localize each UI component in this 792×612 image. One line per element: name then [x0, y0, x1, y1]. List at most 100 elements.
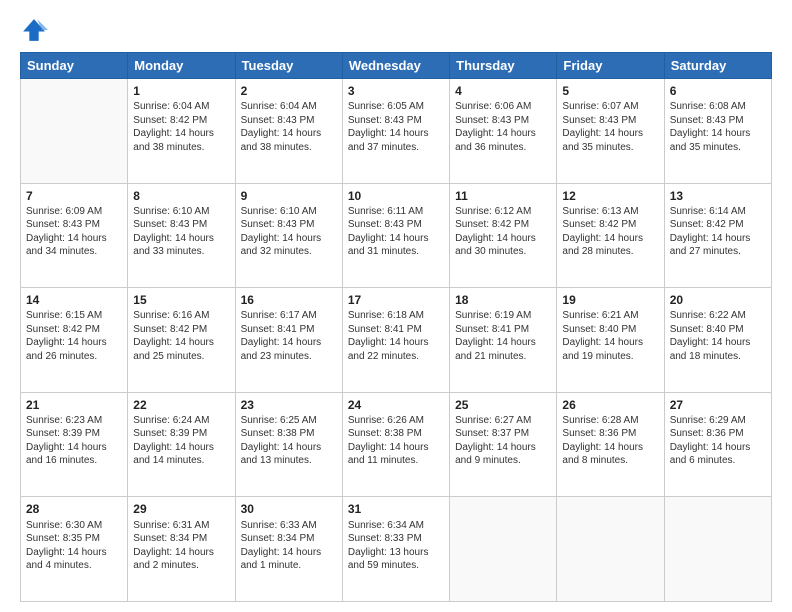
- table-row: 4 Sunrise: 6:06 AMSunset: 8:43 PMDaylight…: [450, 79, 557, 184]
- day-number: 16: [241, 292, 337, 308]
- day-number: 27: [670, 397, 766, 413]
- table-row: 20 Sunrise: 6:22 AMSunset: 8:40 PMDayligh…: [664, 288, 771, 393]
- table-row: 24 Sunrise: 6:26 AMSunset: 8:38 PMDayligh…: [342, 392, 449, 497]
- table-row: 28 Sunrise: 6:30 AMSunset: 8:35 PMDayligh…: [21, 497, 128, 602]
- day-number: 1: [133, 83, 229, 99]
- cell-info: Sunrise: 6:04 AMSunset: 8:42 PMDaylight:…: [133, 101, 214, 153]
- cell-info: Sunrise: 6:16 AMSunset: 8:42 PMDaylight:…: [133, 310, 214, 362]
- table-row: 6 Sunrise: 6:08 AMSunset: 8:43 PMDaylight…: [664, 79, 771, 184]
- day-number: 20: [670, 292, 766, 308]
- day-number: 30: [241, 501, 337, 517]
- table-row: 14Sunrise: 6:15 AMSunset: 8:42 PMDayligh…: [21, 288, 128, 393]
- day-number: 17: [348, 292, 444, 308]
- calendar-day-header: Friday: [557, 53, 664, 79]
- calendar-week-row: 7 Sunrise: 6:09 AMSunset: 8:43 PMDaylight…: [21, 183, 772, 288]
- cell-info: Sunrise: 6:31 AMSunset: 8:34 PMDaylight:…: [133, 520, 214, 572]
- day-number: 13: [670, 188, 766, 204]
- cell-info: Sunrise: 6:11 AMSunset: 8:43 PMDaylight:…: [348, 206, 429, 258]
- cell-info: Sunrise: 6:05 AMSunset: 8:43 PMDaylight:…: [348, 101, 429, 153]
- cell-info: Sunrise: 6:10 AMSunset: 8:43 PMDaylight:…: [241, 206, 322, 258]
- table-row: 1 Sunrise: 6:04 AMSunset: 8:42 PMDaylight…: [128, 79, 235, 184]
- day-number: 21: [26, 397, 122, 413]
- cell-info: Sunrise: 6:07 AMSunset: 8:43 PMDaylight:…: [562, 101, 643, 153]
- cell-info: Sunrise: 6:34 AMSunset: 8:33 PMDaylight:…: [348, 520, 429, 572]
- day-number: 19: [562, 292, 658, 308]
- day-number: 26: [562, 397, 658, 413]
- table-row: 25Sunrise: 6:27 AMSunset: 8:37 PMDayligh…: [450, 392, 557, 497]
- table-row: 22 Sunrise: 6:24 AMSunset: 8:39 PMDayligh…: [128, 392, 235, 497]
- day-number: 4: [455, 83, 551, 99]
- cell-info: Sunrise: 6:09 AMSunset: 8:43 PMDaylight:…: [26, 206, 107, 258]
- cell-info: Sunrise: 6:14 AMSunset: 8:42 PMDaylight:…: [670, 206, 751, 258]
- calendar-day-header: Tuesday: [235, 53, 342, 79]
- cell-info: Sunrise: 6:12 AMSunset: 8:42 PMDaylight:…: [455, 206, 536, 258]
- calendar-week-row: 21Sunrise: 6:23 AMSunset: 8:39 PMDayligh…: [21, 392, 772, 497]
- table-row: 2 Sunrise: 6:04 AMSunset: 8:43 PMDaylight…: [235, 79, 342, 184]
- table-row: 5 Sunrise: 6:07 AMSunset: 8:43 PMDaylight…: [557, 79, 664, 184]
- table-row: [557, 497, 664, 602]
- calendar-day-header: Sunday: [21, 53, 128, 79]
- day-number: 6: [670, 83, 766, 99]
- table-row: 27 Sunrise: 6:29 AMSunset: 8:36 PMDayligh…: [664, 392, 771, 497]
- cell-info: Sunrise: 6:30 AMSunset: 8:35 PMDaylight:…: [26, 520, 107, 572]
- day-number: 15: [133, 292, 229, 308]
- cell-info: Sunrise: 6:24 AMSunset: 8:39 PMDaylight:…: [133, 415, 214, 467]
- calendar-header-row: SundayMondayTuesdayWednesdayThursdayFrid…: [21, 53, 772, 79]
- cell-info: Sunrise: 6:13 AMSunset: 8:42 PMDaylight:…: [562, 206, 643, 258]
- day-number: 5: [562, 83, 658, 99]
- calendar-day-header: Monday: [128, 53, 235, 79]
- calendar-day-header: Wednesday: [342, 53, 449, 79]
- day-number: 29: [133, 501, 229, 517]
- day-number: 18: [455, 292, 551, 308]
- day-number: 11: [455, 188, 551, 204]
- cell-info: Sunrise: 6:18 AMSunset: 8:41 PMDaylight:…: [348, 310, 429, 362]
- cell-info: Sunrise: 6:29 AMSunset: 8:36 PMDaylight:…: [670, 415, 751, 467]
- day-number: 24: [348, 397, 444, 413]
- cell-info: Sunrise: 6:26 AMSunset: 8:38 PMDaylight:…: [348, 415, 429, 467]
- cell-info: Sunrise: 6:15 AMSunset: 8:42 PMDaylight:…: [26, 310, 107, 362]
- table-row: 3Sunrise: 6:05 AMSunset: 8:43 PMDaylight…: [342, 79, 449, 184]
- day-number: 10: [348, 188, 444, 204]
- cell-info: Sunrise: 6:06 AMSunset: 8:43 PMDaylight:…: [455, 101, 536, 153]
- table-row: 19 Sunrise: 6:21 AMSunset: 8:40 PMDayligh…: [557, 288, 664, 393]
- cell-info: Sunrise: 6:22 AMSunset: 8:40 PMDaylight:…: [670, 310, 751, 362]
- calendar-day-header: Saturday: [664, 53, 771, 79]
- cell-info: Sunrise: 6:27 AMSunset: 8:37 PMDaylight:…: [455, 415, 536, 467]
- table-row: 15 Sunrise: 6:16 AMSunset: 8:42 PMDayligh…: [128, 288, 235, 393]
- cell-info: Sunrise: 6:28 AMSunset: 8:36 PMDaylight:…: [562, 415, 643, 467]
- table-row: 12Sunrise: 6:13 AMSunset: 8:42 PMDayligh…: [557, 183, 664, 288]
- day-number: 22: [133, 397, 229, 413]
- calendar-week-row: 14Sunrise: 6:15 AMSunset: 8:42 PMDayligh…: [21, 288, 772, 393]
- cell-info: Sunrise: 6:08 AMSunset: 8:43 PMDaylight:…: [670, 101, 751, 153]
- table-row: 8 Sunrise: 6:10 AMSunset: 8:43 PMDaylight…: [128, 183, 235, 288]
- day-number: 8: [133, 188, 229, 204]
- table-row: 26 Sunrise: 6:28 AMSunset: 8:36 PMDayligh…: [557, 392, 664, 497]
- day-number: 9: [241, 188, 337, 204]
- day-number: 31: [348, 501, 444, 517]
- day-number: 28: [26, 501, 122, 517]
- table-row: 18Sunrise: 6:19 AMSunset: 8:41 PMDayligh…: [450, 288, 557, 393]
- cell-info: Sunrise: 6:17 AMSunset: 8:41 PMDaylight:…: [241, 310, 322, 362]
- table-row: [664, 497, 771, 602]
- page-header: [20, 16, 772, 44]
- table-row: 13 Sunrise: 6:14 AMSunset: 8:42 PMDayligh…: [664, 183, 771, 288]
- day-number: 7: [26, 188, 122, 204]
- cell-info: Sunrise: 6:33 AMSunset: 8:34 PMDaylight:…: [241, 520, 322, 572]
- table-row: 16 Sunrise: 6:17 AMSunset: 8:41 PMDayligh…: [235, 288, 342, 393]
- cell-info: Sunrise: 6:21 AMSunset: 8:40 PMDaylight:…: [562, 310, 643, 362]
- table-row: 7 Sunrise: 6:09 AMSunset: 8:43 PMDaylight…: [21, 183, 128, 288]
- table-row: 11 Sunrise: 6:12 AMSunset: 8:42 PMDayligh…: [450, 183, 557, 288]
- calendar-day-header: Thursday: [450, 53, 557, 79]
- calendar: SundayMondayTuesdayWednesdayThursdayFrid…: [20, 52, 772, 602]
- logo: [20, 16, 52, 44]
- day-number: 2: [241, 83, 337, 99]
- table-row: 23Sunrise: 6:25 AMSunset: 8:38 PMDayligh…: [235, 392, 342, 497]
- table-row: [450, 497, 557, 602]
- table-row: 31 Sunrise: 6:34 AMSunset: 8:33 PMDayligh…: [342, 497, 449, 602]
- calendar-week-row: 1 Sunrise: 6:04 AMSunset: 8:42 PMDaylight…: [21, 79, 772, 184]
- cell-info: Sunrise: 6:25 AMSunset: 8:38 PMDaylight:…: [241, 415, 322, 467]
- table-row: 17 Sunrise: 6:18 AMSunset: 8:41 PMDayligh…: [342, 288, 449, 393]
- table-row: [21, 79, 128, 184]
- cell-info: Sunrise: 6:04 AMSunset: 8:43 PMDaylight:…: [241, 101, 322, 153]
- cell-info: Sunrise: 6:10 AMSunset: 8:43 PMDaylight:…: [133, 206, 214, 258]
